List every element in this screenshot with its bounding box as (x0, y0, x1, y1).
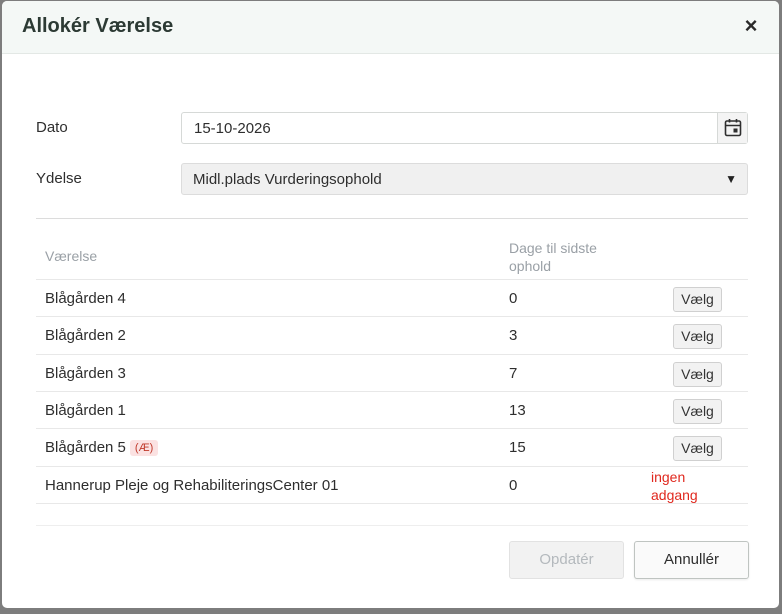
update-button[interactable]: Opdatér (509, 541, 624, 579)
room-name-text: Blågården 5 (45, 439, 126, 456)
allocate-room-dialog: Allokér Værelse × Dato 15-10-2026 Ydelse… (2, 1, 779, 608)
room-name: Blågården 3 (45, 365, 126, 382)
choose-button[interactable]: Vælg (673, 436, 722, 461)
table-row: Blågården 2 3 Vælg (36, 316, 748, 353)
chevron-down-icon: ▼ (725, 172, 737, 186)
days-since-stay: 0 (509, 477, 518, 494)
days-since-stay: 13 (509, 402, 526, 419)
room-name: Blågården 4 (45, 290, 126, 307)
dialog-header: Allokér Værelse × (2, 1, 779, 54)
column-header-room: Værelse (45, 248, 98, 264)
service-label: Ydelse (36, 170, 82, 187)
calendar-icon (724, 119, 742, 137)
room-name: Blågården 5 (Æ) (45, 439, 159, 456)
table-row: Hannerup Pleje og RehabiliteringsCenter … (36, 466, 748, 504)
no-access-text: ingen adgang (651, 469, 698, 503)
choose-button[interactable]: Vælg (673, 287, 722, 312)
room-name: Blågården 2 (45, 327, 126, 344)
close-icon[interactable]: × (741, 15, 761, 37)
table-row: Blågården 5 (Æ) 15 Vælg (36, 428, 748, 465)
room-name: Blågården 1 (45, 402, 126, 419)
choose-button[interactable]: Vælg (673, 362, 722, 387)
cancel-button[interactable]: Annullér (634, 541, 749, 579)
room-name: Hannerup Pleje og RehabiliteringsCenter … (45, 477, 339, 494)
date-field[interactable]: 15-10-2026 (181, 112, 748, 144)
choose-button[interactable]: Vælg (673, 324, 722, 349)
table-row: Blågården 1 13 Vælg (36, 391, 748, 428)
table-row: Blågården 3 7 Vælg (36, 354, 748, 391)
calendar-button[interactable] (717, 113, 747, 143)
days-since-stay: 3 (509, 327, 518, 344)
footer-divider (36, 525, 748, 526)
date-label: Dato (36, 119, 68, 136)
dialog-title: Allokér Værelse (22, 15, 174, 37)
column-header-days: Dage til sidste ophold (509, 240, 597, 274)
table-row: Blågården 4 0 Vælg (36, 279, 748, 316)
form-divider (36, 218, 748, 219)
service-value: Midl.plads Vurderingsophold (193, 171, 382, 188)
days-since-stay: 7 (509, 365, 518, 382)
days-since-stay: 15 (509, 439, 526, 456)
service-select[interactable]: Midl.plads Vurderingsophold ▼ (181, 163, 748, 195)
choose-button[interactable]: Vælg (673, 399, 722, 424)
status-badge: (Æ) (129, 440, 159, 456)
date-value: 15-10-2026 (194, 120, 271, 137)
days-since-stay: 0 (509, 290, 518, 307)
